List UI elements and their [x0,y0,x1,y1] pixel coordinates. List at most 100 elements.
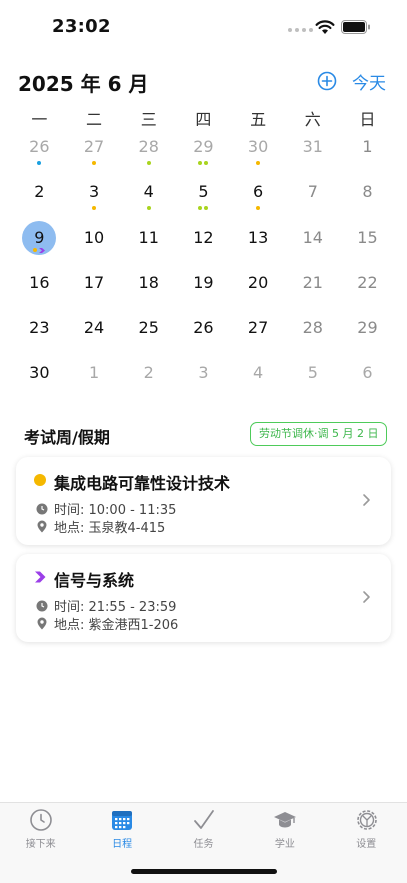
calendar-day[interactable]: 6 [340,356,395,401]
calendar-day[interactable]: 8 [340,175,395,220]
calendar-day[interactable]: 15 [340,221,395,266]
calendar-day[interactable]: 12 [176,221,231,266]
calendar-day[interactable]: 2 [12,175,67,220]
event-dots [121,161,176,165]
event-time-row: 时间: 21:55 - 23:59 [36,596,176,615]
calendar-day-selected[interactable]: 9 [12,220,67,266]
event-dots [231,206,286,211]
tab-upcoming[interactable]: 接下来 [0,803,81,863]
calendar-day[interactable]: 4 [231,356,286,401]
event-dots [12,247,67,253]
weekday-label: 五 [250,110,267,129]
green-dot-icon [146,206,151,211]
add-event-button[interactable] [317,71,337,91]
calendar-day[interactable]: 30 [12,356,67,401]
event-card[interactable]: 信号与系统 时间: 21:55 - 23:59 地点: 紫金港西1-206 [16,554,391,642]
day-number: 10 [83,227,105,247]
calendar-day[interactable]: 5 [285,356,340,401]
event-dots [231,161,286,165]
day-number: 13 [247,227,269,247]
calendar-grid: 26 27 28 29 30 31 1 2 3 4 5 6 7 8 9 10 11 12 13 14 15 16 17 18 1… [12,130,395,402]
calendar-day[interactable]: 18 [121,266,176,311]
event-title: 集成电路可靠性设计技术 [54,474,231,493]
event-dots [176,161,231,165]
today-button[interactable]: 今天 [352,69,386,94]
day-number: 26 [29,137,50,156]
day-number: 5 [198,182,209,202]
holiday-badge[interactable]: 劳动节调休·调 5 月 2 日 [250,422,388,446]
calendar-day[interactable]: 1 [340,130,395,175]
tab-settings[interactable]: 设置 [326,803,407,863]
calendar-day[interactable]: 25 [121,311,176,356]
day-number: 4 [143,182,154,202]
event-dots [176,206,231,211]
home-indicator [131,869,277,874]
calendar-day[interactable]: 22 [340,266,395,311]
calendar-day[interactable]: 29 [176,130,231,175]
day-number: 29 [357,318,378,338]
wifi-icon [315,20,335,34]
calendar-day[interactable]: 13 [231,221,286,266]
calendar-day[interactable]: 16 [12,266,67,311]
day-number: 16 [29,272,50,292]
calendar-day[interactable]: 26 [12,130,67,175]
location-pin-icon [37,617,47,630]
day-number: 27 [247,318,269,338]
day-number: 15 [357,227,378,247]
chevron-right-icon [363,494,370,506]
calendar-day[interactable]: 1 [67,356,122,401]
day-number: 5 [307,363,318,383]
location-pin-icon [37,520,47,533]
calendar-day[interactable]: 20 [231,266,286,311]
calendar-day[interactable]: 11 [121,221,176,266]
event-time: 时间: 21:55 - 23:59 [54,600,177,615]
calendar-day[interactable]: 19 [176,266,231,311]
calendar-day[interactable]: 24 [67,311,122,356]
weekday-label: 四 [195,110,212,129]
calendar-day[interactable]: 14 [285,221,340,266]
clock-icon [36,600,48,611]
tab-schedule[interactable]: 日程 [81,803,162,863]
calendar-day[interactable]: 6 [231,175,286,220]
checkmark-icon [193,810,214,829]
green-dot-icon [198,206,203,211]
day-number: 21 [302,272,323,292]
weekday-header: 一 二 三 四 五 六 日 [12,106,395,130]
calendar-day[interactable]: 21 [285,266,340,311]
day-number: 22 [357,272,378,292]
calendar-day[interactable]: 29 [340,311,395,356]
day-number: 3 [198,363,209,383]
day-number: 20 [247,272,269,292]
event-title: 信号与系统 [54,571,135,590]
event-dots [67,161,122,165]
calendar-day[interactable]: 28 [285,311,340,356]
yellow-dot-icon [34,474,46,486]
calendar-day[interactable]: 3 [176,356,231,401]
event-location: 地点: 紫金港西1-206 [54,618,179,633]
calendar-day[interactable]: 7 [285,175,340,220]
calendar-day[interactable]: 27 [67,130,122,175]
calendar-day[interactable]: 5 [176,175,231,220]
calendar-day[interactable]: 31 [285,130,340,175]
tab-academics[interactable]: 学业 [244,803,325,863]
calendar-day[interactable]: 10 [67,221,122,266]
calendar-day[interactable]: 30 [231,130,286,175]
gear-icon [356,810,377,830]
chevron-right-icon [363,591,370,603]
calendar-day[interactable]: 17 [67,266,122,311]
day-number: 26 [193,318,214,338]
tab-tasks[interactable]: 任务 [163,803,244,863]
calendar-day[interactable]: 4 [121,175,176,220]
calendar-day[interactable]: 2 [121,356,176,401]
calendar-day[interactable]: 26 [176,311,231,356]
calendar-day[interactable]: 28 [121,130,176,175]
event-card[interactable]: 集成电路可靠性设计技术 时间: 10:00 - 11:35 地点: 玉泉教4-4… [16,457,391,545]
calendar-day[interactable]: 23 [12,311,67,356]
yellow-dot-icon [33,247,38,252]
day-number: 31 [302,137,323,156]
day-number: 27 [83,137,105,156]
yellow-dot-icon [92,161,97,165]
clock-icon [30,809,52,831]
calendar-day[interactable]: 3 [67,175,122,220]
calendar-day[interactable]: 27 [231,311,286,356]
